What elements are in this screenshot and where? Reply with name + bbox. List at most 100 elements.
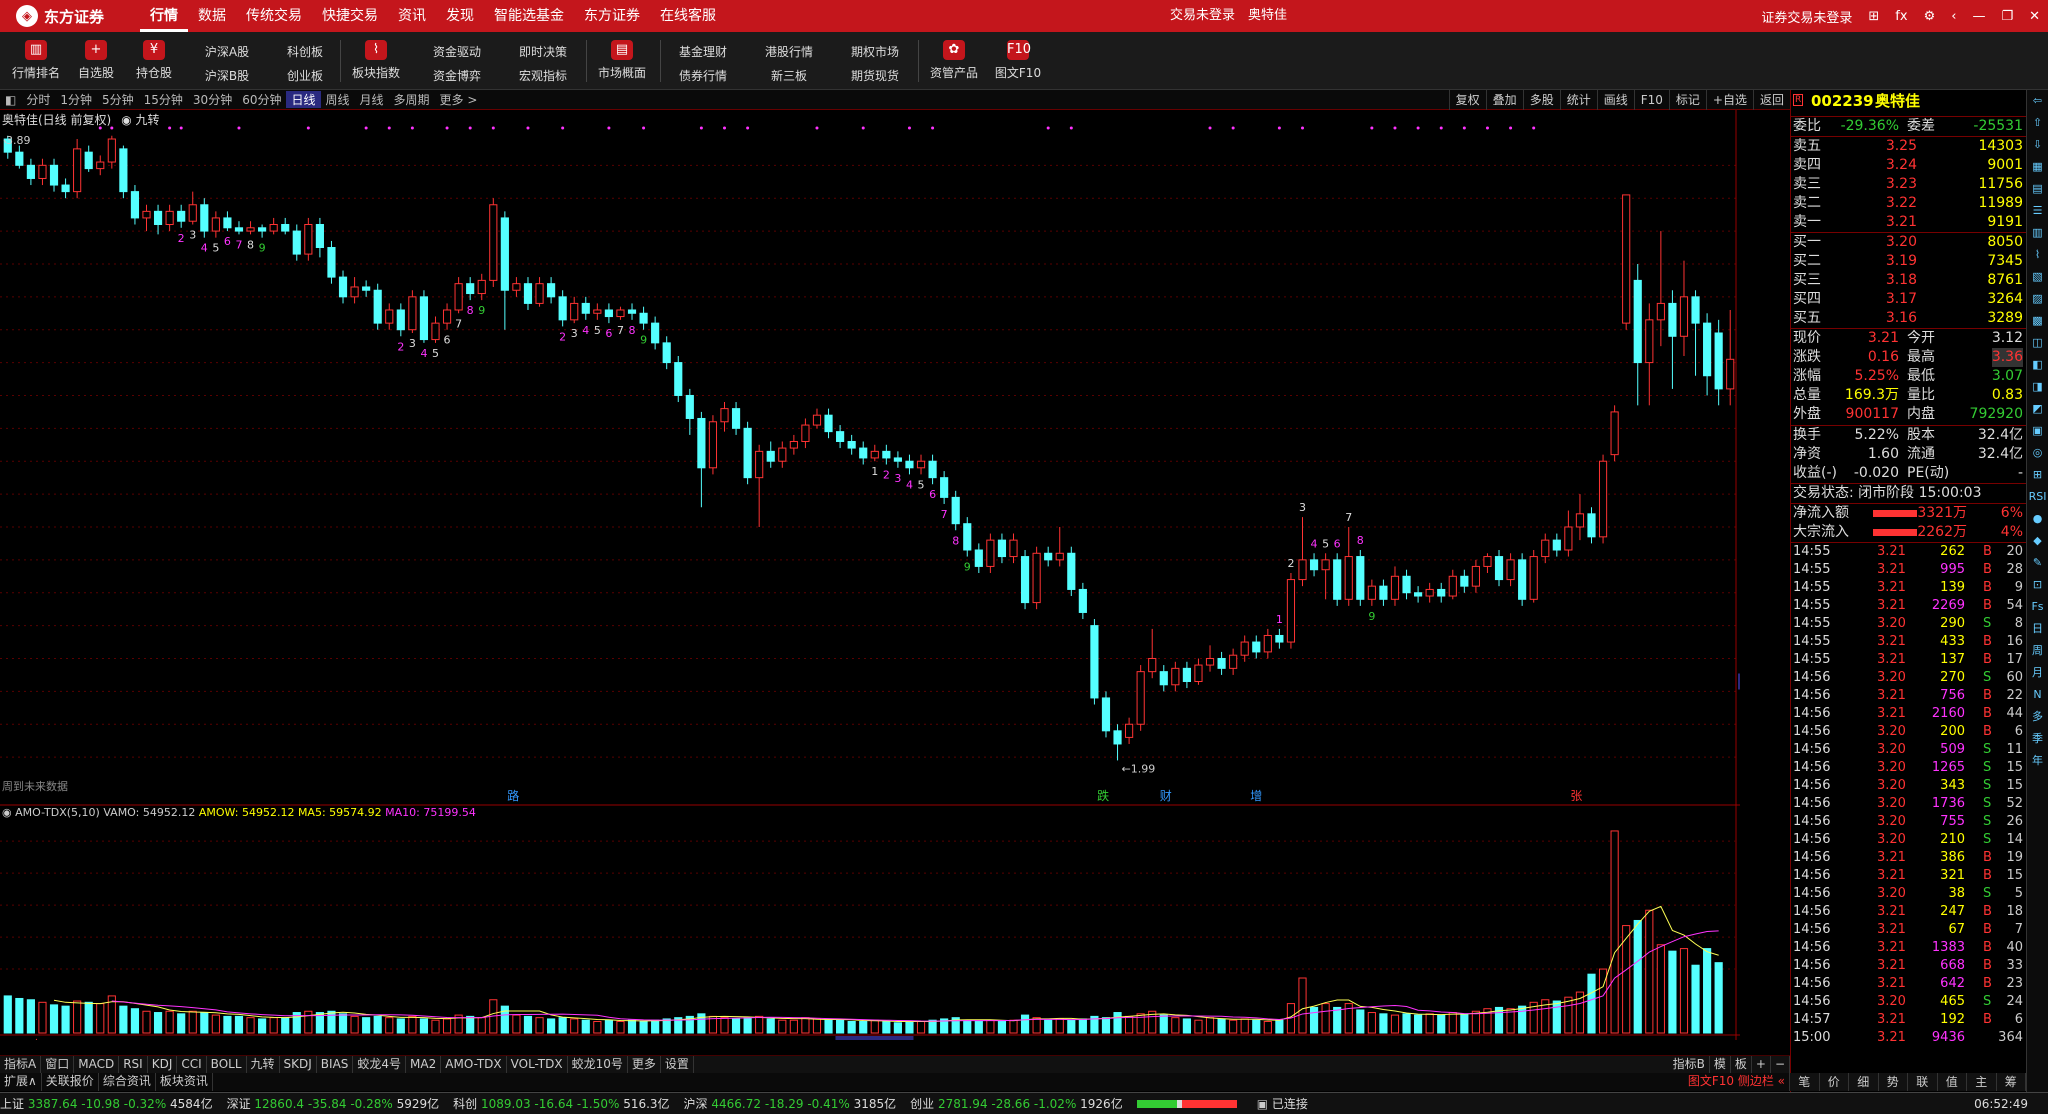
tick-tab-0[interactable]: 笔: [1790, 1073, 1820, 1091]
indicator-tab-10[interactable]: 蛟龙4号: [353, 1056, 407, 1073]
pair-decision-b[interactable]: 宏观指标: [508, 64, 578, 88]
chart-op-7[interactable]: +自选: [1705, 90, 1753, 110]
period-6[interactable]: 日线: [286, 91, 321, 108]
indicator-tab-11[interactable]: MA2: [406, 1056, 442, 1073]
extension-tab-3[interactable]: 板块资讯: [156, 1073, 213, 1091]
minimize-icon[interactable]: —: [1964, 9, 1993, 24]
period-8[interactable]: 月线: [355, 91, 389, 108]
chart-op-2[interactable]: 多股: [1522, 90, 1560, 110]
tick-tab-2[interactable]: 细: [1849, 1073, 1879, 1091]
period-7[interactable]: 周线: [321, 91, 355, 108]
side-tool-14-icon[interactable]: ◩: [2027, 398, 2048, 420]
indicator-tab-8[interactable]: SKDJ: [280, 1056, 317, 1073]
chart-op-6[interactable]: 标记: [1668, 90, 1706, 110]
side-tool-4-icon[interactable]: ▤: [2027, 178, 2048, 200]
restore-icon[interactable]: ❐: [1993, 9, 2021, 24]
connection-status[interactable]: ▣ 已连接: [1257, 1095, 1308, 1112]
side-tool-13-icon[interactable]: ◨: [2027, 376, 2048, 398]
side-tool-6-icon[interactable]: ▥: [2027, 222, 2048, 244]
side-tool-12-icon[interactable]: ◧: [2027, 354, 2048, 376]
indicator-tab-7[interactable]: 九转: [247, 1056, 280, 1073]
close-icon[interactable]: ✕: [2021, 9, 2048, 24]
pair-hs-a[interactable]: 沪深A股: [192, 40, 262, 64]
side-tool-20-icon[interactable]: ◆: [2027, 530, 2048, 552]
indicator-tab-3[interactable]: RSI: [119, 1056, 148, 1073]
indicator-tab-14[interactable]: 蛟龙10号: [568, 1056, 628, 1073]
period-9[interactable]: 多周期: [389, 91, 435, 108]
asset-mgmt-button[interactable]: ✿ 资管产品: [922, 38, 986, 86]
indicator-tab-right-3[interactable]: +: [1752, 1056, 1771, 1073]
securities-login-status[interactable]: 证券交易未登录: [1753, 7, 1860, 26]
tick-tab-3[interactable]: 势: [1879, 1073, 1908, 1091]
indicator-tab-13[interactable]: VOL-TDX: [507, 1056, 568, 1073]
side-tool-9-icon[interactable]: ▨: [2027, 288, 2048, 310]
pair-hk-b[interactable]: 新三板: [754, 64, 824, 88]
period-0[interactable]: 分时: [21, 91, 55, 108]
indicator-tab-5[interactable]: CCI: [177, 1056, 207, 1073]
extension-tab-2[interactable]: 综合资讯: [99, 1073, 156, 1091]
pair-decision-a[interactable]: 即时决策: [508, 40, 578, 64]
period-1[interactable]: 1分钟: [55, 91, 97, 108]
chart-op-4[interactable]: 画线: [1596, 90, 1634, 110]
menu-item-7[interactable]: 东方证券: [574, 0, 650, 32]
chart-op-5[interactable]: F10: [1633, 90, 1669, 110]
indicator-tab-16[interactable]: 设置: [661, 1056, 694, 1073]
index-1[interactable]: 深证 12860.4 -35.84 -0.28% 5929亿: [227, 1095, 440, 1112]
side-tool-24-icon[interactable]: 日: [2027, 618, 2048, 640]
menu-item-0[interactable]: 行情: [140, 0, 188, 32]
index-3[interactable]: 沪深 4466.72 -18.29 -0.41% 3185亿: [684, 1095, 897, 1112]
indicator-tab-right-4[interactable]: −: [1771, 1056, 1790, 1073]
pair-fund-a[interactable]: 资金驱动: [422, 40, 492, 64]
ranking-button[interactable]: ▥ 行情排名: [4, 38, 68, 86]
menu-item-3[interactable]: 快捷交易: [312, 0, 388, 32]
formula-icon[interactable]: fx: [1887, 9, 1915, 24]
indicator-tab-9[interactable]: BIAS: [317, 1056, 354, 1073]
side-tool-8-icon[interactable]: ▧: [2027, 266, 2048, 288]
side-tool-21-icon[interactable]: ✎: [2027, 552, 2048, 574]
index-0[interactable]: 上证 3387.64 -10.98 -0.32% 4584亿: [0, 1095, 213, 1112]
period-3[interactable]: 15分钟: [139, 91, 188, 108]
side-tool-11-icon[interactable]: ◫: [2027, 332, 2048, 354]
app-logo[interactable]: ◈ 东方证券: [0, 0, 120, 32]
period-5[interactable]: 60分钟: [237, 91, 286, 108]
side-tool-26-icon[interactable]: 月: [2027, 662, 2048, 684]
menu-item-8[interactable]: 在线客服: [650, 0, 726, 32]
menu-item-4[interactable]: 资讯: [388, 0, 436, 32]
pair-kc-a[interactable]: 科创板: [270, 40, 340, 64]
jiuzhuan-label[interactable]: ◉ 九转: [121, 113, 159, 127]
chart-op-1[interactable]: 叠加: [1485, 90, 1523, 110]
menu-item-5[interactable]: 发现: [436, 0, 484, 32]
period-10[interactable]: 更多 >: [435, 91, 483, 108]
indicator-tab-right-1[interactable]: 模: [1710, 1056, 1731, 1073]
side-tool-1-icon[interactable]: ⇧: [2027, 112, 2048, 134]
menu-item-1[interactable]: 数据: [188, 0, 236, 32]
side-tool-27-icon[interactable]: N: [2027, 684, 2048, 706]
indicator-tab-right-2[interactable]: 板: [1731, 1056, 1752, 1073]
side-tool-16-icon[interactable]: ◎: [2027, 442, 2048, 464]
market-overview-button[interactable]: ▤ 市场概面: [590, 38, 654, 86]
watchlist-button[interactable]: + 自选股: [64, 38, 128, 86]
indicator-tab-0[interactable]: 指标A: [0, 1056, 42, 1073]
holdings-button[interactable]: ¥ 持仓股: [122, 38, 186, 86]
sector-index-button[interactable]: ⌇ 板块指数: [344, 38, 408, 86]
index-4[interactable]: 创业 2781.94 -28.66 -1.02% 1926亿: [910, 1095, 1123, 1112]
side-tool-23-icon[interactable]: Fs: [2027, 596, 2048, 618]
trade-login-status[interactable]: 交易未登录 奥特佳: [1170, 0, 1287, 32]
pair-options-a[interactable]: 期权市场: [840, 40, 910, 64]
extension-tab-0[interactable]: 扩展∧: [0, 1073, 42, 1091]
side-tool-18-icon[interactable]: RSI: [2027, 486, 2048, 508]
pair-fund-b[interactable]: 资金博弈: [422, 64, 492, 88]
gear-icon[interactable]: ⚙: [1916, 9, 1944, 24]
tick-tab-4[interactable]: 联: [1908, 1073, 1938, 1091]
indicator-tab-4[interactable]: KDJ: [148, 1056, 178, 1073]
tick-tab-6[interactable]: 主: [1967, 1073, 1997, 1091]
menu-item-2[interactable]: 传统交易: [236, 0, 312, 32]
pair-hk-a[interactable]: 港股行情: [754, 40, 824, 64]
side-tool-17-icon[interactable]: ⊞: [2027, 464, 2048, 486]
indicator-tab-2[interactable]: MACD: [74, 1056, 120, 1073]
indicator-tab-15[interactable]: 更多: [628, 1056, 661, 1073]
side-tool-19-icon[interactable]: ●: [2027, 508, 2048, 530]
chart-op-0[interactable]: 复权: [1448, 90, 1486, 110]
pair-kc-b[interactable]: 创业板: [270, 64, 340, 88]
chart-op-8[interactable]: 返回: [1752, 90, 1790, 110]
